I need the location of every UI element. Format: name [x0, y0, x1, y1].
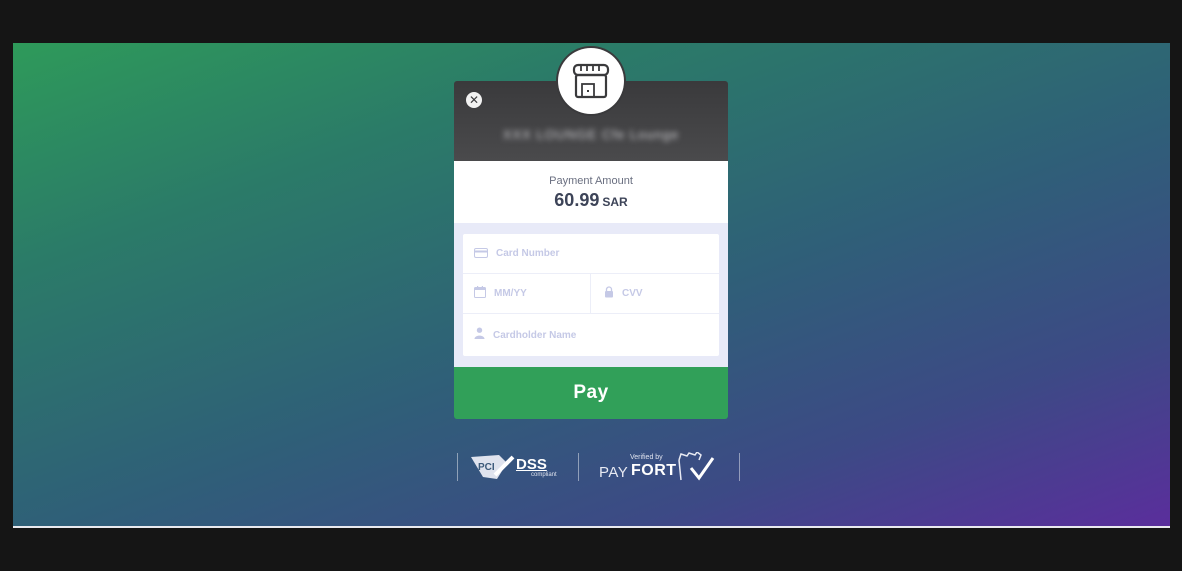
payment-amount-box: Payment Amount 60.99 SAR — [454, 161, 728, 223]
payfort-pay-text: PAY — [599, 464, 629, 481]
calendar-icon — [474, 285, 486, 303]
checkout-background: ✕ XXX LOUNGE Cfe Lounge Payment Amount 6… — [13, 43, 1170, 526]
user-icon — [474, 326, 485, 344]
payment-amount: 60.99 SAR — [454, 190, 728, 211]
cvv-field[interactable]: CVV — [591, 274, 719, 314]
card-number-field[interactable]: Card Number — [463, 234, 719, 274]
payfort-check-icon — [678, 452, 715, 481]
payment-amount-label: Payment Amount — [549, 175, 633, 187]
close-icon[interactable]: ✕ — [466, 92, 482, 108]
payment-currency: SAR — [602, 195, 628, 209]
payfort-badge: Verified by PAY FORT — [599, 451, 729, 483]
card-form: Card Number MM/YY CVV Cardholder Name — [463, 234, 719, 356]
bottom-rule — [13, 526, 1170, 528]
badge-divider — [457, 453, 458, 481]
payfort-verified-text: Verified by — [630, 454, 663, 461]
pci-logo-text: PCI — [478, 462, 495, 473]
compliant-text: compliant — [531, 472, 557, 478]
badge-divider — [739, 453, 740, 481]
pay-button[interactable]: Pay — [454, 367, 728, 419]
dss-text: DSS — [516, 456, 547, 473]
cardholder-name-placeholder: Cardholder Name — [493, 329, 577, 341]
cvv-placeholder: CVV — [622, 288, 643, 299]
cardholder-name-field[interactable]: Cardholder Name — [463, 315, 719, 355]
card-number-placeholder: Card Number — [496, 248, 560, 259]
pci-shield-logo: PCI — [471, 455, 515, 479]
merchant-name: XXX LOUNGE Cfe Lounge — [502, 127, 680, 142]
badge-divider — [578, 453, 579, 481]
card-form-area: Card Number MM/YY CVV Cardholder Name — [454, 223, 728, 367]
security-badges: PCI DSS compliant Verified by PAY FORT — [457, 451, 740, 483]
expiry-field[interactable]: MM/YY — [463, 274, 591, 314]
credit-card-icon — [474, 245, 488, 263]
expiry-placeholder: MM/YY — [494, 288, 527, 299]
lock-icon — [604, 285, 614, 303]
payment-card: ✕ XXX LOUNGE Cfe Lounge Payment Amount 6… — [454, 48, 728, 419]
payfort-fort-text: FORT — [631, 462, 677, 479]
store-icon — [558, 48, 624, 114]
payment-amount-value: 60.99 — [554, 190, 600, 210]
pci-dss-badge: PCI DSS compliant — [469, 453, 557, 481]
